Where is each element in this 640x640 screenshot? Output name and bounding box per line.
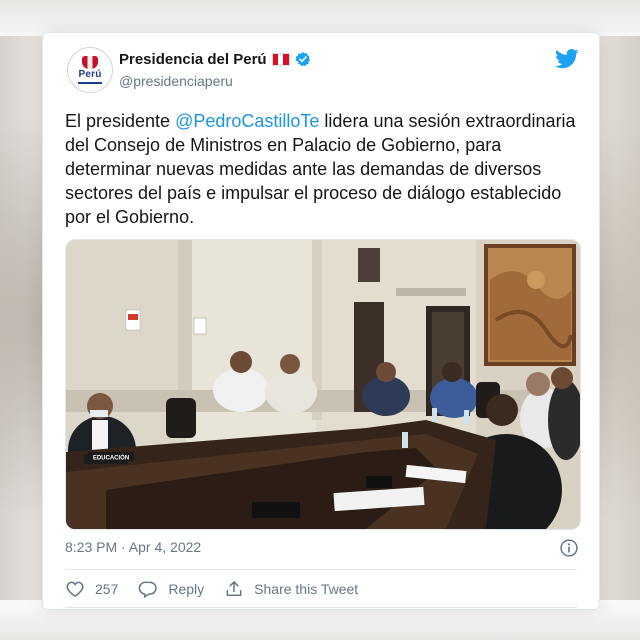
tweet-timestamp[interactable]: 8:23 PM · Apr 4, 2022 — [65, 539, 201, 555]
peru-flag-icon — [271, 52, 290, 66]
display-name[interactable]: Presidencia del Perú — [119, 51, 267, 68]
avatar-label: Perú — [78, 69, 102, 80]
account-handle[interactable]: @presidenciaperu — [119, 73, 233, 89]
blurred-background-top — [0, 0, 640, 36]
tweet-photo[interactable]: EDUCACIÓN — [65, 239, 581, 530]
reply-icon — [139, 581, 158, 598]
like-count: 257 — [95, 581, 119, 597]
mention-link[interactable]: @PedroCastilloTe — [175, 111, 319, 131]
divider — [65, 569, 577, 570]
tweet-card: Perú Presidencia del Perú @presidenciape… — [42, 32, 600, 610]
coat-of-arms-icon — [82, 56, 98, 69]
reply-button[interactable]: Reply — [138, 579, 204, 599]
share-button[interactable]: Share this Tweet — [224, 579, 358, 599]
name-plate-text: EDUCACIÓN — [93, 454, 129, 462]
meeting-photo: EDUCACIÓN — [66, 240, 580, 529]
avatar[interactable]: Perú — [67, 47, 113, 93]
share-label: Share this Tweet — [254, 581, 359, 597]
share-icon — [226, 581, 242, 596]
heart-icon — [66, 581, 84, 597]
avatar-underline — [78, 82, 102, 84]
verified-badge-icon — [294, 52, 310, 67]
like-button[interactable]: 257 — [65, 579, 118, 599]
info-icon[interactable] — [559, 538, 579, 558]
tweet-text: El presidente @PedroCastilloTe lidera un… — [65, 109, 577, 229]
tweet-actions: 257 Reply Share this Tweet — [65, 578, 378, 600]
twitter-bird-icon[interactable] — [555, 49, 579, 69]
card-bottom-divider — [65, 607, 577, 608]
account-name-row: Presidencia del Perú — [119, 49, 311, 69]
tweet-text-before: El presidente — [65, 111, 176, 131]
reply-label: Reply — [168, 581, 205, 597]
